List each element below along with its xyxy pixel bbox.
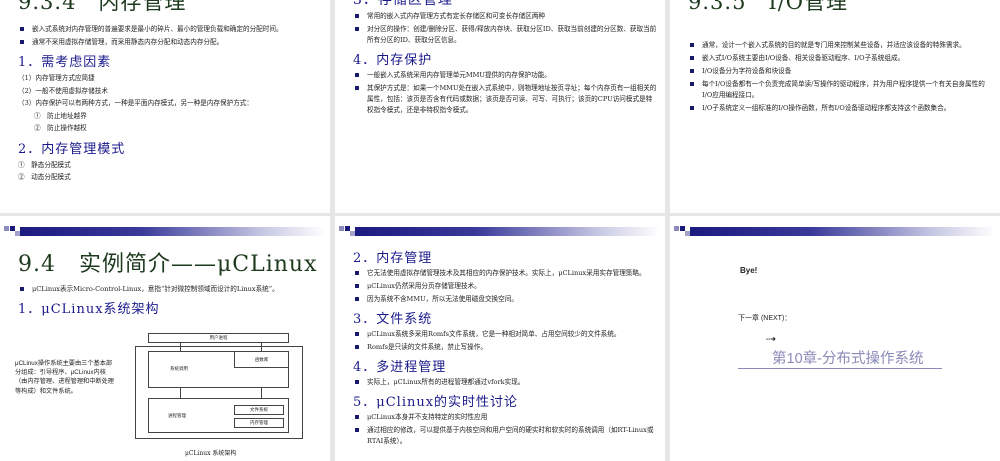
bullet: μCLinux仍然采用分页存储管理技术。	[353, 281, 657, 292]
next-chapter-label: 下一章 (NEXT)：	[738, 315, 792, 322]
arrow-icon: --➔	[766, 336, 776, 343]
section-heading: 5．μClinux的实时性讨论	[353, 395, 519, 410]
section-heading: 3．文件系统	[353, 312, 433, 327]
bullet: μCLinux本身并不支持特定的实时性应用	[353, 412, 657, 423]
bullet: 通过相应的修改，可以提供基于内核空间和用户空间的硬实时和软实时的系统调用（如RT…	[353, 425, 657, 447]
diagram-caption: μCLinux 系统架构	[185, 450, 237, 457]
section-heading: 4．内存保护	[353, 53, 433, 68]
slide-thumbnail-uclinux-details[interactable]: 2．内存管理 它无法使用虚拟存储管理技术及其相应的内存保护技术。实际上，μCLi…	[335, 216, 665, 461]
slide-header-bar	[335, 222, 665, 236]
slide-content: 9.4 实例简介——μCLinux μCLinux表示Micro-Control…	[18, 246, 322, 319]
sub-item: ① 防止地址越界	[34, 111, 87, 120]
slide-thumbnail-memory-management[interactable]: 9.3.4 内存管理 嵌入式系统对内存管理的普遍要求是最小的碎片、最小的管理负载…	[0, 0, 330, 213]
list-item: ① 静态分配模式	[18, 160, 71, 169]
bullet: 对分区的操作：创建/删除分区、获得/释放内存块、获取分区ID、获取当前创建的分区…	[353, 24, 657, 46]
slide-thumbnail-io-management[interactable]: 9.3.5 I/O管理 通常，设计一个嵌入式系统的目的就是专门用来控制某些设备，…	[670, 0, 1000, 213]
slide-thumbnail-uclinux-intro[interactable]: 9.4 实例简介——μCLinux μCLinux表示Micro-Control…	[0, 216, 330, 461]
slide-content: 9.3.5 I/O管理 通常，设计一个嵌入式系统的目的就是专门用来控制某些设备，…	[688, 0, 992, 116]
bullet: μCLinux系统多采用Romfs文件系统，它是一种相对简单、占用空间较少的文件…	[353, 329, 657, 340]
library-box: 函数库	[234, 351, 289, 368]
next-chapter-link[interactable]: 第10章-分布式操作系统	[738, 347, 942, 369]
slide-content: 2．内存管理 它无法使用虚拟存储管理技术及其相应的内存保护技术。实际上，μCLi…	[353, 244, 657, 449]
slide-title: 9.3.5 I/O管理	[688, 0, 849, 14]
bullet: 因为系统不含MMU，所以无法使用磁盘交换空间。	[353, 294, 657, 305]
bullet: 它无法使用虚拟存储管理技术及其相应的内存保护技术。实际上，μCLinux采用实存…	[353, 268, 657, 279]
slide-thumbnail-storage-management[interactable]: 3．存储区管理 常用的嵌入式内存管理方式有定长存储区和可变长存储区两种 对分区的…	[335, 0, 665, 213]
bullet: 嵌入式I/O系统主要由I/O设备、相关设备驱动程序、I/O子系统组成。	[688, 53, 992, 64]
section-heading: 4．多进程管理	[353, 360, 447, 375]
memory-mgmt-box: 内存管理	[234, 418, 284, 428]
list-item: （2）一般不使用虚拟存储技术	[18, 86, 108, 95]
list-item: ② 动态分配模式	[18, 173, 71, 181]
bullet: 每个I/O设备都有一个负责完成简单读/写操作的驱动程序，并为用户程序提供一个有关…	[688, 79, 992, 101]
slide-title: 9.3.4 内存管理	[18, 0, 187, 14]
process-mgmt-label: 进程管理	[168, 414, 186, 419]
bullet: μCLinux表示Micro-Control-Linux，意指“针对微控制领域而…	[18, 284, 322, 295]
syscall-label: 系统调用	[170, 367, 188, 372]
slide-content: 9.3.4 内存管理 嵌入式系统对内存管理的普遍要求是最小的碎片、最小的管理负载…	[18, 0, 322, 184]
sub-item: ② 防止操作越权	[34, 124, 87, 132]
bullet: 嵌入式系统对内存管理的普遍要求是最小的碎片、最小的管理负载和确定的分配时间。	[18, 24, 322, 35]
bullet: 其保护方式是：如果一个MMU处在嵌入式系统中，则物理地址按页寻址；每个内存页有一…	[353, 83, 657, 116]
section-heading: 2．内存管理模式	[18, 141, 126, 157]
architecture-description: μCLinux操作系统主要由三个基本部分组成：引导程序、μCLinux内核（由内…	[15, 360, 114, 395]
bye-text: Bye!	[740, 266, 758, 275]
bullet: I/O子系统定义一组标准的I/O操作函数，所有I/O设备驱动程序都支持这个函数集…	[688, 103, 992, 114]
list-item: （1）内存管理方式应简捷	[18, 74, 95, 82]
section-heading: 2．内存管理	[353, 251, 433, 266]
slide-header-bar	[670, 222, 1000, 236]
section-heading: 3．存储区管理	[353, 0, 453, 8]
bullet: 一般嵌入式系统采用内存管理单元MMU提供的内存保护功能。	[353, 70, 657, 81]
architecture-diagram: 用户进程 系统调用 函数库 进程管理 文件系统 内存管理	[135, 333, 303, 439]
slide-title: 9.4 实例简介——μCLinux	[18, 252, 318, 277]
bullet: Romfs是只读的文件系统，禁止写操作。	[353, 342, 657, 353]
section-heading: 1．μCLinux系统架构	[18, 302, 160, 317]
bullet: 常用的嵌入式内存管理方式有定长存储区和可变长存储区两种	[353, 11, 657, 22]
bullet: 通常不采用虚拟存储管理，而采用静态内存分配和动态内存分配。	[18, 37, 322, 48]
filesystem-box: 文件系统	[234, 405, 284, 415]
list-item: （3）内存保护可以有两种方式，一种是平面内存模式，另一种是内存保护方式：	[18, 99, 253, 107]
bullet: 通常，设计一个嵌入式系统的目的就是专门用来控制某些设备，并适应该设备的特殊需求。	[688, 40, 992, 51]
section-heading: 1．需考虑因素	[18, 55, 112, 70]
slide-header-bar	[0, 222, 330, 236]
slide-thumbnail-bye[interactable]: Bye! 下一章 (NEXT)： --➔ 第10章-分布式操作系统	[670, 216, 1000, 461]
slide-content: 3．存储区管理 常用的嵌入式内存管理方式有定长存储区和可变长存储区两种 对分区的…	[353, 0, 657, 118]
bullet: 实际上，μCLinux所有的进程管理都通过vfork实现。	[353, 377, 657, 388]
bullet: I/O设备分为字符设备和块设备	[688, 66, 992, 77]
user-process-box: 用户进程	[148, 333, 289, 343]
